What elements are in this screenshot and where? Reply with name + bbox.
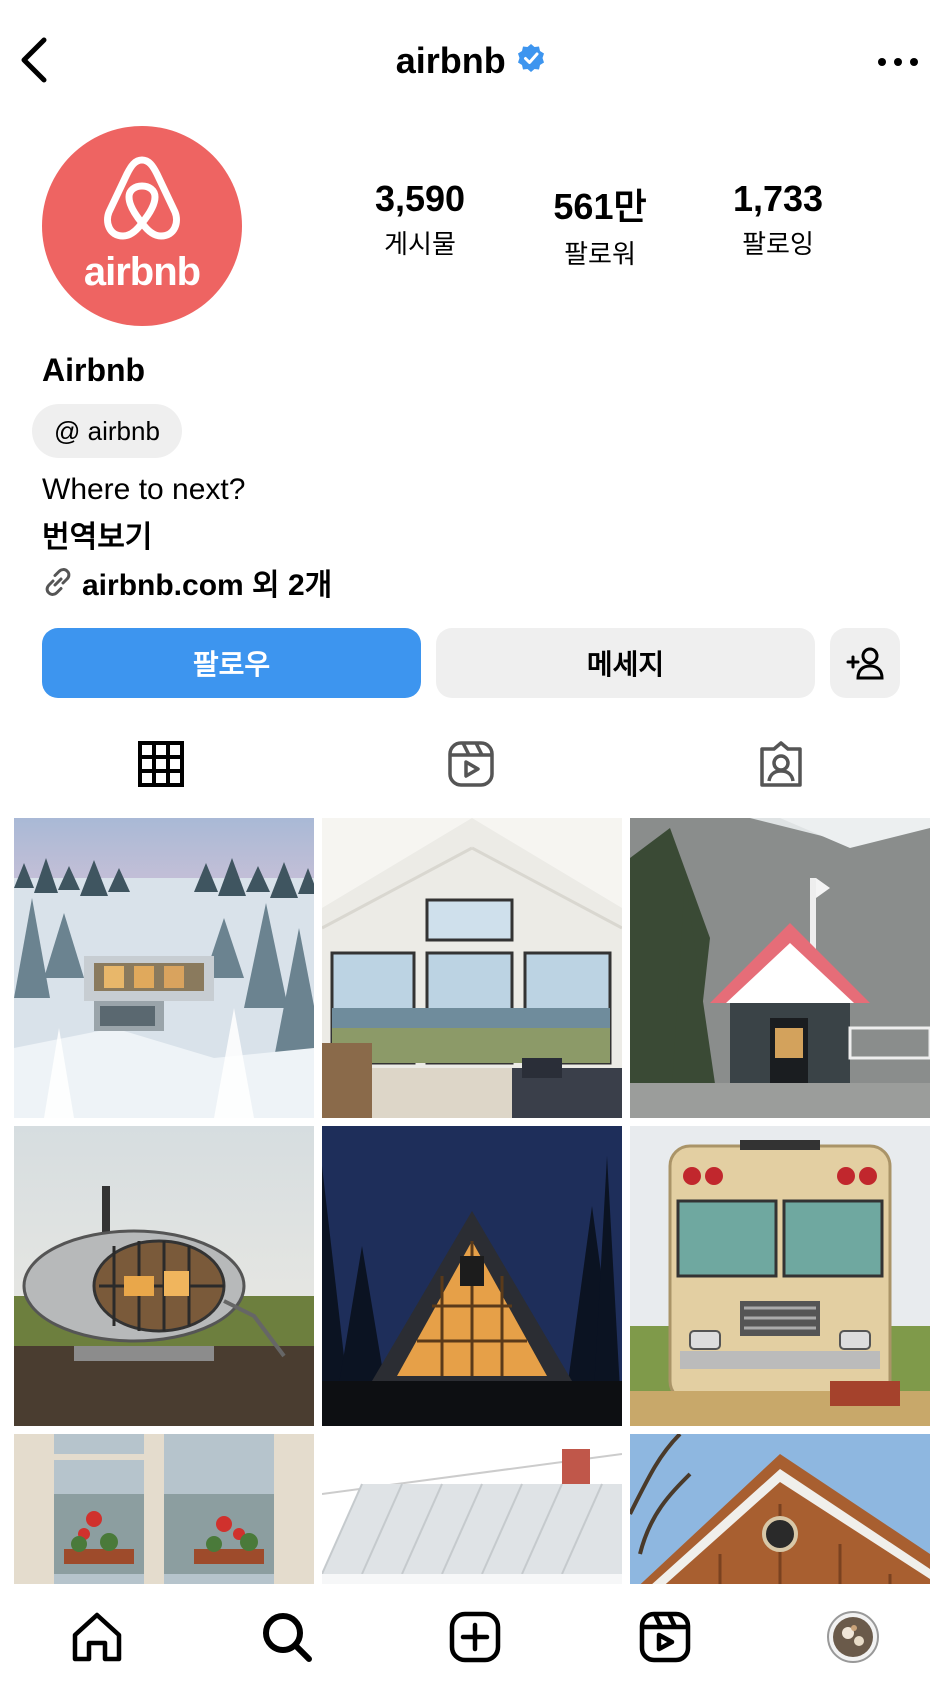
create-icon — [449, 1611, 501, 1663]
stat-posts-value: 3,590 — [374, 178, 466, 219]
grid-icon — [138, 741, 184, 787]
top-bar: airbnb — [0, 0, 942, 120]
airbnb-logo-icon — [104, 156, 180, 240]
post-image — [630, 1434, 930, 1584]
verified-badge-icon — [518, 44, 545, 72]
stat-followers-value: 561만 — [553, 186, 647, 227]
display-name: Airbnb — [42, 352, 146, 388]
posts-grid — [14, 818, 930, 1584]
profile-title: airbnb — [0, 40, 942, 90]
post-a-frame-cabin-night[interactable] — [322, 1126, 622, 1426]
post-image — [14, 1434, 314, 1584]
website-link[interactable]: airbnb.com 외 2개 — [42, 560, 332, 604]
stat-posts-label: 게시물 — [384, 229, 456, 259]
tab-tagged[interactable] — [624, 724, 938, 804]
profile-avatar[interactable]: airbnb — [42, 126, 242, 326]
more-options-button[interactable] — [872, 44, 924, 80]
reels-icon — [448, 741, 494, 787]
post-mountain-temple-house[interactable] — [630, 818, 930, 1118]
nav-create[interactable] — [440, 1602, 510, 1672]
follow-button[interactable]: 팔로우 — [42, 628, 421, 698]
suggested-accounts-button[interactable] — [830, 628, 900, 698]
search-icon — [263, 1613, 312, 1662]
post-white-roof-chimney[interactable] — [322, 1434, 622, 1584]
post-ocean-view-living-room[interactable] — [322, 818, 622, 1118]
post-image — [630, 818, 930, 1118]
website-link-text: airbnb.com 외 2개 — [82, 569, 333, 602]
add-person-icon — [846, 647, 884, 680]
stat-followers-label: 팔로워 — [564, 239, 636, 269]
post-snowy-forest-house[interactable] — [14, 818, 314, 1118]
post-wooden-cabin-roof[interactable] — [630, 1434, 930, 1584]
home-icon — [72, 1612, 122, 1662]
stat-posts[interactable]: 3,590 게시물 — [340, 178, 500, 261]
profile-tabs — [0, 724, 942, 804]
bio-text: Where to next? — [42, 473, 246, 506]
stat-followers[interactable]: 561만 팔로워 — [520, 178, 680, 271]
stat-following[interactable]: 1,733 팔로잉 — [698, 178, 858, 261]
more-dots-icon — [878, 58, 918, 66]
stat-following-value: 1,733 — [732, 178, 824, 219]
nav-profile[interactable] — [818, 1602, 888, 1672]
nav-reels[interactable] — [630, 1602, 700, 1672]
post-school-bus-home[interactable] — [630, 1126, 930, 1426]
link-icon — [45, 568, 71, 596]
nav-home[interactable] — [62, 1602, 132, 1672]
threads-handle-pill[interactable]: @ airbnb — [32, 404, 182, 458]
post-image — [14, 1126, 314, 1426]
message-button[interactable]: 메세지 — [436, 628, 815, 698]
tagged-icon — [760, 741, 802, 787]
post-spaceship-home[interactable] — [14, 1126, 314, 1426]
translate-link[interactable]: 번역보기 — [42, 512, 152, 556]
post-image — [322, 1126, 622, 1426]
profile-stats: 3,590 게시물 561만 팔로워 1,733 팔로잉 — [340, 178, 900, 271]
tab-posts-grid[interactable] — [4, 724, 318, 804]
nav-search[interactable] — [252, 1602, 322, 1672]
post-image — [630, 1126, 930, 1426]
stat-following-label: 팔로잉 — [742, 229, 814, 259]
avatar-logo-text: airbnb — [83, 250, 201, 294]
username-title: airbnb — [395, 40, 506, 81]
post-image — [322, 1434, 622, 1584]
post-image — [14, 818, 314, 1118]
bottom-navigation — [0, 1584, 942, 1696]
post-image — [322, 818, 622, 1118]
reels-icon — [639, 1611, 691, 1663]
tab-reels[interactable] — [314, 724, 628, 804]
post-window-flowers-lake[interactable] — [14, 1434, 314, 1584]
profile-avatar-icon — [827, 1611, 879, 1663]
